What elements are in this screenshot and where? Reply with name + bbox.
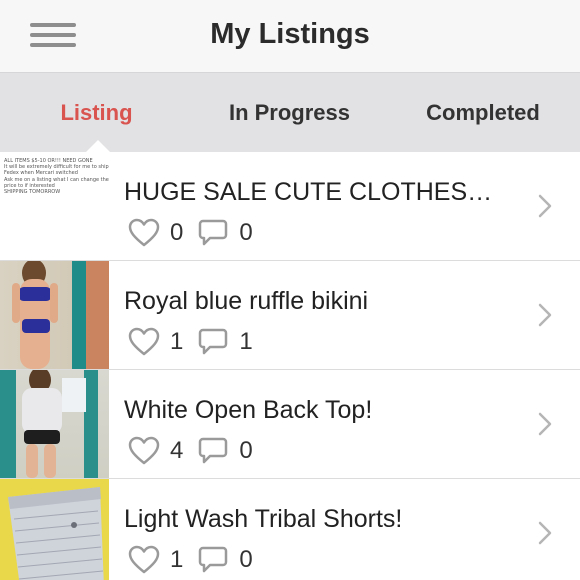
listing-row[interactable]: Royal blue ruffle bikini 1 1 — [0, 261, 580, 370]
chevron-right-icon — [538, 412, 552, 436]
listing-title: White Open Back Top! — [124, 396, 373, 424]
listing-row[interactable]: Light Wash Tribal Shorts! 1 0 — [0, 479, 580, 580]
listing-row[interactable]: ALL ITEMS $5-10 OR!!! NEED GONE It will … — [0, 152, 580, 261]
tab-completed[interactable]: Completed — [386, 73, 580, 153]
active-tab-indicator — [86, 140, 110, 152]
likes-count: 4 — [170, 437, 184, 464]
heart-icon — [128, 436, 160, 465]
chevron-right-icon — [538, 194, 552, 218]
listing-thumbnail — [0, 479, 109, 580]
comment-icon — [199, 219, 228, 246]
tab-in-progress[interactable]: In Progress — [193, 73, 386, 153]
chevron-right-icon — [538, 303, 552, 327]
listing-row[interactable]: White Open Back Top! 4 0 — [0, 370, 580, 479]
likes-count: 1 — [170, 546, 184, 573]
listing-stats: 0 0 — [128, 216, 267, 250]
comments-count: 0 — [239, 546, 253, 573]
listing-stats: 1 0 — [128, 543, 267, 577]
listing-title: HUGE SALE CUTE CLOTHES… — [124, 178, 493, 206]
page-title: My Listings — [210, 18, 370, 50]
listing-thumbnail — [0, 370, 109, 478]
likes-count: 1 — [170, 328, 184, 355]
listing-title: Royal blue ruffle bikini — [124, 287, 369, 315]
comment-icon — [199, 437, 228, 464]
listing-stats: 1 1 — [128, 325, 267, 359]
comment-icon — [199, 546, 228, 573]
chevron-right-icon — [538, 521, 552, 545]
listing-thumbnail: ALL ITEMS $5-10 OR!!! NEED GONE It will … — [0, 152, 109, 260]
listings-list: ALL ITEMS $5-10 OR!!! NEED GONE It will … — [0, 152, 580, 580]
listing-title: Light Wash Tribal Shorts! — [124, 505, 403, 533]
comments-count: 0 — [239, 219, 253, 246]
comment-icon — [199, 328, 228, 355]
listing-stats: 4 0 — [128, 434, 267, 468]
navigation-bar: My Listings — [0, 0, 580, 72]
heart-icon — [128, 327, 160, 356]
likes-count: 0 — [170, 219, 184, 246]
thumbnail-text-line: SHIPPING TOMORROW — [4, 189, 61, 196]
comments-count: 1 — [239, 328, 253, 355]
heart-icon — [128, 545, 160, 574]
comments-count: 0 — [239, 437, 253, 464]
listing-thumbnail — [0, 261, 109, 369]
thumbnail-text-line: Ask me on a listing what I can change th… — [4, 176, 109, 183]
heart-icon — [128, 218, 160, 247]
